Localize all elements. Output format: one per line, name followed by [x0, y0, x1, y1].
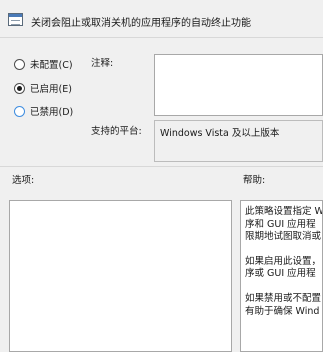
help-line: 限期地试图取消或 [245, 231, 322, 243]
radio-button[interactable] [14, 58, 25, 70]
help-text: 此策略设置指定 W 序和 GUI 应用程 限期地试图取消或 如果启用此设置， 序… [245, 206, 323, 318]
options-panel[interactable] [9, 200, 232, 352]
platform-value: Windows Vista 及以上版本 [160, 128, 280, 139]
help-line: 序和 GUI 应用程 [245, 218, 316, 230]
help-line: 有助于确保 Wind [245, 305, 320, 317]
section-divider [0, 166, 323, 167]
radio-label: 已启用(E) [30, 84, 72, 95]
radio-label: 已禁用(D) [30, 107, 74, 118]
help-line: 此策略设置指定 W [245, 206, 323, 217]
comment-textarea[interactable] [154, 54, 323, 116]
help-label: 帮助: [243, 175, 266, 186]
radio-button[interactable] [14, 82, 25, 94]
radio-label: 未配置(C) [30, 60, 73, 71]
options-label: 选项: [12, 175, 35, 186]
policy-title: 关闭会阻止或取消关机的应用程序的自动终止功能 [31, 18, 251, 29]
help-panel[interactable]: 此策略设置指定 W 序和 GUI 应用程 限期地试图取消或 如果启用此设置， 序… [240, 200, 323, 352]
radio-enabled[interactable]: 已启用(E) [14, 81, 72, 95]
radio-not-configured[interactable]: 未配置(C) [14, 57, 73, 71]
radio-disabled[interactable]: 已禁用(D) [14, 104, 73, 118]
help-line: 如果禁用或不配置 [245, 292, 322, 304]
platform-label: 支持的平台: [91, 126, 142, 137]
radio-button[interactable] [14, 105, 25, 117]
help-line: 序或 GUI 应用程 [245, 268, 316, 280]
help-line: 如果启用此设置， [245, 255, 322, 267]
comment-label: 注释: [91, 58, 114, 69]
title-divider [0, 37, 323, 38]
policy-icon [8, 13, 23, 26]
platform-field: Windows Vista 及以上版本 [154, 120, 323, 162]
